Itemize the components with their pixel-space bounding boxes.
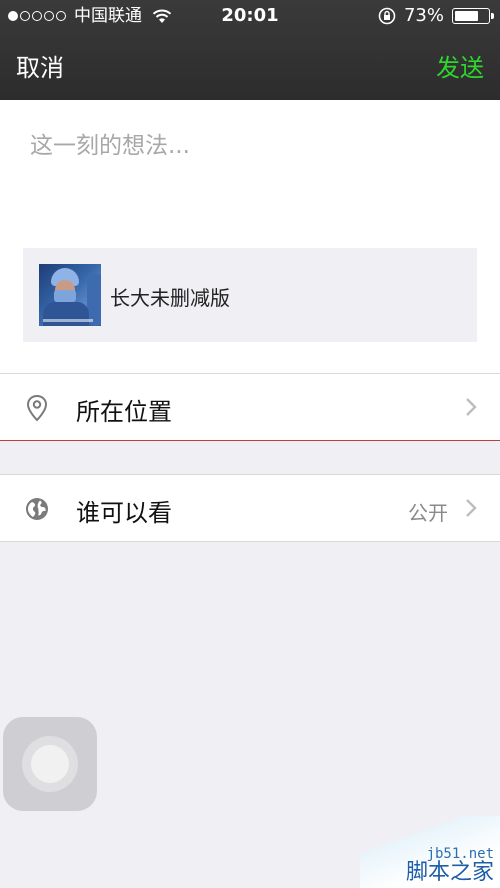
thumbnail-caption-strip [43,319,93,322]
send-button[interactable]: 发送 [436,48,484,83]
battery-fill [455,11,478,21]
thumbnail-figure [54,290,76,302]
chevron-right-icon [466,398,477,416]
status-bar: 中国联通 20:01 73% [0,0,500,32]
location-pin-icon [26,394,48,422]
cancel-button[interactable]: 取消 [16,48,64,83]
rotation-lock-icon [378,7,396,25]
globe-icon [26,498,48,520]
shared-link-title: 长大未删减版 [110,286,230,310]
location-label: 所在位置 [76,398,172,426]
visibility-label: 谁可以看 [76,499,172,527]
shared-link-thumbnail [39,264,101,326]
top-bar: 中国联通 20:01 73% 取消 发送 [0,0,500,100]
watermark-brand: 脚本之家 [405,860,494,885]
location-row[interactable]: 所在位置 [0,373,500,441]
compose-area: 这一刻的想法... 长大未删减版 [0,100,500,373]
chevron-right-icon [466,499,477,517]
thought-input[interactable]: 这一刻的想法... [30,126,190,160]
assistive-touch-button[interactable] [3,717,97,811]
battery-percent: 73% [403,5,444,26]
status-right: 73% [378,0,494,32]
watermark: jb51.net 脚本之家 [360,816,500,888]
thumbnail-figure [43,302,89,326]
assistive-touch-ring [31,745,69,783]
battery-icon [452,8,494,24]
visibility-row[interactable]: 谁可以看 公开 [0,474,500,542]
shared-link-card[interactable]: 长大未删减版 [23,248,477,342]
battery-tip [491,13,494,19]
visibility-value: 公开 [408,501,448,525]
